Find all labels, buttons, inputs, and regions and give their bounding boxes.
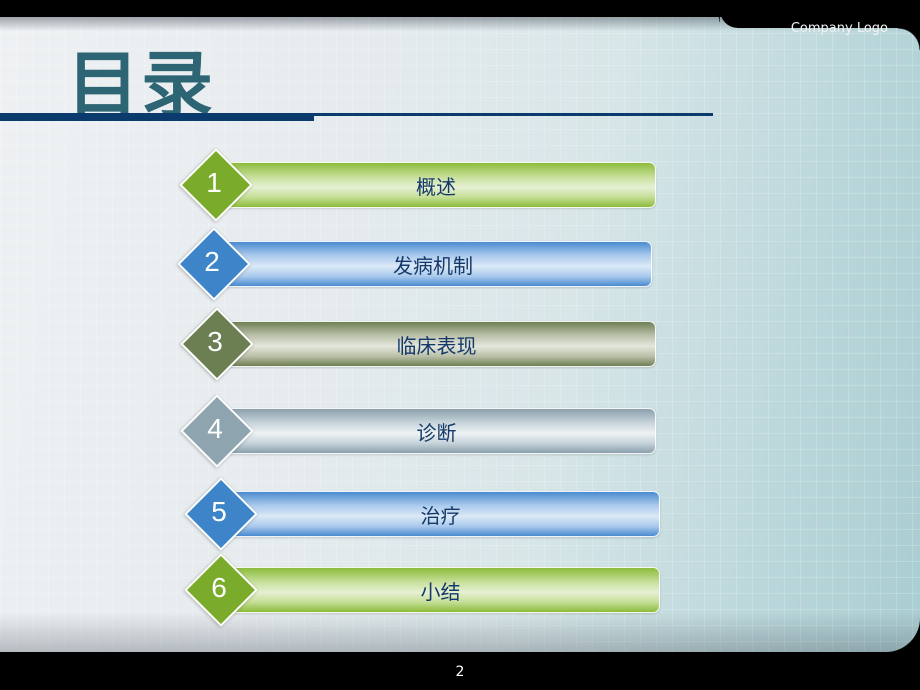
toc-item-1[interactable]: 概述 1 (179, 148, 657, 222)
toc-item-bar[interactable]: 小结 (221, 567, 660, 613)
toc-item-6[interactable]: 小结 6 (184, 553, 662, 627)
toc-item-number: 6 (211, 572, 227, 603)
toc-item-3[interactable]: 临床表现 3 (180, 307, 658, 381)
toc-item-label: 发病机制 (393, 253, 473, 278)
toc-item-number: 3 (207, 326, 223, 357)
toc-item-number: 4 (207, 413, 223, 444)
toc-item-2[interactable]: 发病机制 2 (177, 227, 655, 301)
toc-item-label: 临床表现 (396, 333, 477, 358)
toc-item-bar[interactable]: 诊断 (217, 408, 656, 454)
toc-item-number: 1 (206, 167, 222, 198)
toc-menu: 概述 1 发病机制 2 临床表现 3 诊断 4 治疗 5 小结 6 (0, 0, 920, 690)
toc-item-bar[interactable]: 概述 (216, 162, 656, 208)
toc-item-label: 小结 (420, 579, 461, 604)
toc-item-number: 2 (204, 246, 220, 277)
toc-item-label: 治疗 (420, 503, 461, 528)
toc-item-bar[interactable]: 发病机制 (214, 241, 652, 287)
toc-item-5[interactable]: 治疗 5 (184, 477, 662, 551)
toc-item-bar[interactable]: 治疗 (221, 491, 660, 537)
toc-item-bar[interactable]: 临床表现 (217, 321, 656, 367)
toc-item-4[interactable]: 诊断 4 (180, 394, 658, 468)
toc-item-number: 5 (211, 496, 227, 527)
toc-item-label: 诊断 (416, 420, 457, 445)
toc-item-label: 概述 (416, 174, 456, 199)
